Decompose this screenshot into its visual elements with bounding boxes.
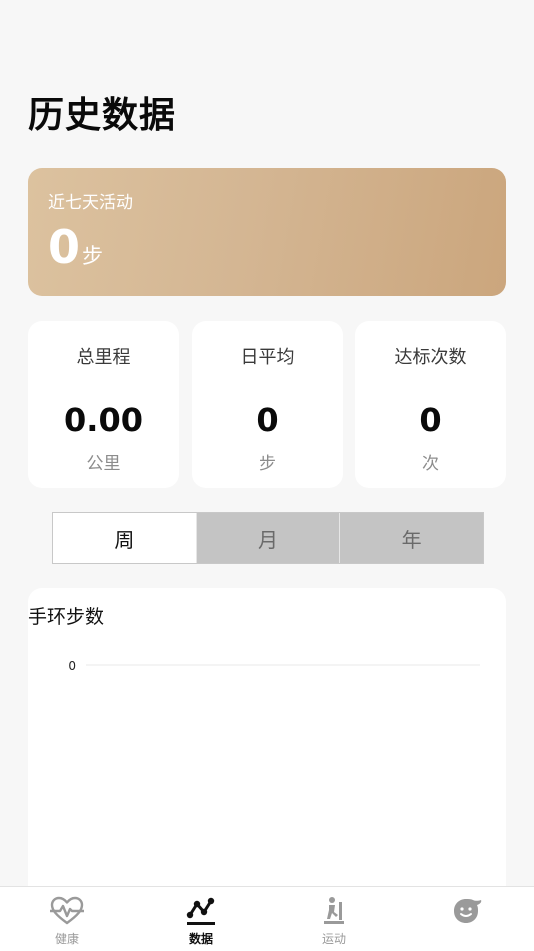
stat-value: 0.00 [64,401,143,439]
stat-card-total-distance: 总里程 0.00 公里 [28,321,179,488]
weekly-activity-value-group: 0步 [48,218,103,276]
tab-profile[interactable] [400,887,534,951]
heart-pulse-icon [50,896,84,925]
tab-exercise[interactable]: 运动 [267,887,401,951]
data-trend-icon [186,897,215,925]
bottom-tab-bar: 健康 数据 运动 [0,886,534,951]
period-tab-month[interactable]: 月 [195,513,340,563]
period-tab-year[interactable]: 年 [339,513,483,563]
page-title: 历史数据 [28,95,177,136]
weekly-activity-unit: 步 [82,244,104,268]
period-tab-week[interactable]: 周 [53,513,196,563]
tab-label: 数据 [188,932,213,946]
weekly-activity-card: 近七天活动 0步 [28,168,506,296]
face-icon [454,899,482,923]
stat-card-goal-count: 达标次数 0 次 [355,321,506,488]
stat-value: 0 [419,401,442,439]
y-tick-label: 0 [68,659,76,673]
steps-chart: 0 [68,659,480,673]
tab-label: 健康 [54,932,79,946]
stat-unit: 公里 [86,454,121,474]
steps-chart-card: 手环步数 0 [28,588,506,908]
tab-data[interactable]: 数据 [134,887,268,951]
tab-health[interactable]: 健康 [0,887,134,951]
treadmill-icon [324,897,344,924]
stat-title: 总里程 [76,347,131,368]
stat-title: 日平均 [240,347,295,368]
stat-unit: 次 [422,454,439,474]
stat-title: 达标次数 [394,347,467,368]
stat-card-daily-average: 日平均 0 步 [192,321,343,488]
tab-label: 运动 [321,932,346,946]
stat-value: 0 [256,401,279,439]
stat-unit: 步 [259,454,276,474]
period-selector: 周 月 年 [52,512,484,564]
weekly-activity-value: 0 [48,220,81,274]
weekly-activity-label: 近七天活动 [48,193,133,213]
